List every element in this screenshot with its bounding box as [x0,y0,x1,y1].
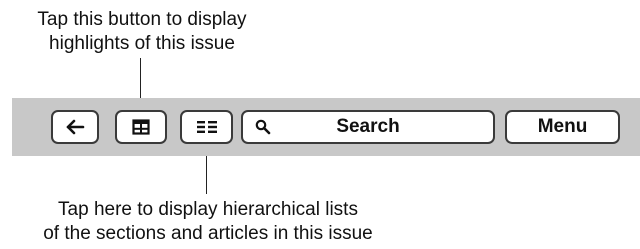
grid-icon [132,119,150,135]
search-field[interactable]: Search [241,110,495,144]
list-icon [196,119,218,135]
back-button[interactable] [51,110,99,144]
menu-label: Menu [537,116,588,137]
contents-leader-line [206,156,207,194]
contents-callout-line-1: Tap here to display hierarchical lists [58,199,358,220]
highlights-callout-line-2: highlights of this issue [49,33,235,54]
highlights-callout: Tap this button to display highlights of… [10,8,274,56]
highlights-button[interactable] [115,110,167,144]
contents-callout: Tap here to display hierarchical lists o… [0,198,416,246]
highlights-leader-line [140,58,141,98]
left-arrow-icon [65,119,85,135]
search-label: Search [336,116,400,137]
contents-callout-line-2: of the sections and articles in this iss… [43,223,373,244]
highlights-callout-line-1: Tap this button to display [37,9,247,30]
contents-button[interactable] [180,110,233,144]
annotated-toolbar-figure: Tap this button to display highlights of… [0,0,640,249]
menu-button[interactable]: Menu [505,110,620,144]
toolbar: Search Menu [12,98,640,156]
